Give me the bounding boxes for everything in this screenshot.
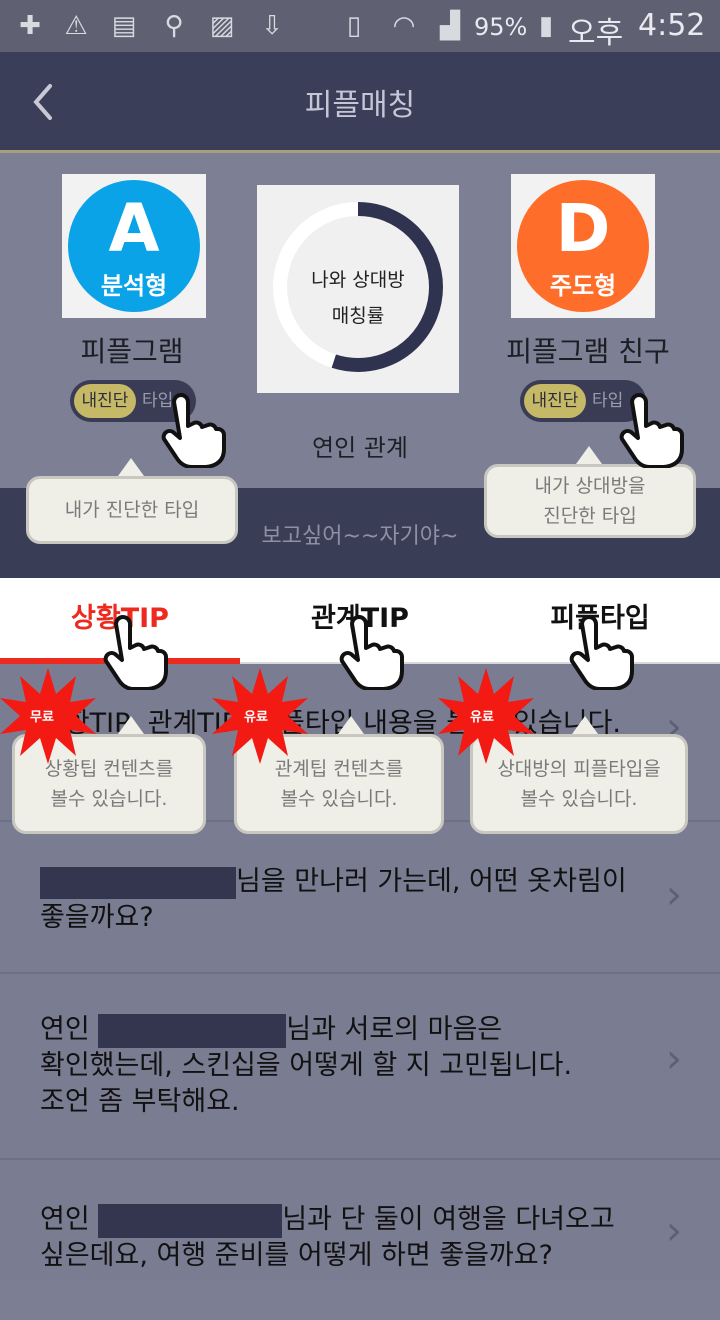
type-label: 주도형 — [549, 272, 617, 300]
type-letter: A — [108, 190, 160, 267]
list-item-text: 연인 님과 단 둘이 여행을 다녀오고 싶은데요, 여행 준비를 어떻게 하면 … — [40, 1202, 615, 1274]
tooltip-text-line2: 볼수 있습니다. — [50, 788, 168, 810]
tooltip-tail — [576, 446, 602, 464]
status-bar: ✚ ⚠ ▤ ⚲ ▨ ⇩ ▯ ◠ ▟ 95% ▮ 오후 4:52 — [0, 0, 720, 52]
pointing-hand-icon — [339, 615, 404, 690]
tooltip-text-line2: 진단한 타입 — [543, 505, 637, 527]
list-item-line3: 조언 좀 부탁해요. — [40, 1086, 240, 1117]
list-item-line1: 님과 단 둘이 여행을 다녀오고 — [282, 1204, 615, 1235]
clock-time: 4:52 — [638, 8, 706, 43]
chevron-right-icon: › — [666, 872, 682, 918]
tooltip-tail — [118, 458, 144, 476]
battery-charging-icon: ▮ — [538, 11, 554, 41]
tooltip-text-line1: 내가 상대방을 — [534, 475, 646, 497]
list-item[interactable]: 연인 님과 단 둘이 여행을 다녀오고 싶은데요, 여행 준비를 어떻게 하면 … — [0, 1160, 720, 1320]
type-letter: D — [555, 190, 611, 267]
pointing-hand-icon — [103, 615, 168, 690]
avatar-circle: D 주도형 — [517, 180, 649, 312]
tooltip-text: 내가 진단한 타입 — [64, 499, 200, 521]
list-item[interactable]: 연인 님과 서로의 마음은 확인했는데, 스킨십을 어떻게 할 지 고민됩니다.… — [0, 974, 720, 1160]
list-item-prefix: 연인 — [40, 1014, 90, 1045]
match-label-line1: 나와 상대방 — [311, 269, 405, 291]
toggle-my-diagnosis[interactable]: 내진단 — [74, 384, 136, 418]
tooltip-tail — [118, 716, 144, 734]
battery-percent: 95% — [474, 13, 528, 41]
match-label-line2: 매칭률 — [331, 305, 385, 327]
match-rate-widget: 나와 상대방 매칭률 — [257, 185, 459, 393]
chevron-right-icon: › — [666, 1208, 682, 1254]
list-item-line1: 님을 만나러 가는데, 어떤 옷차림이 — [236, 866, 627, 897]
tooltip-my-type: 내가 진단한 타입 — [26, 476, 238, 544]
list-item-prefix: 연인 — [40, 1204, 90, 1235]
tooltip-text-line2: 볼수 있습니다. — [280, 788, 398, 810]
pointing-hand-icon — [619, 393, 684, 468]
redacted-name — [98, 1013, 287, 1048]
clock-ampm: 오후 — [568, 16, 624, 51]
pointing-hand-icon — [569, 615, 634, 690]
wifi-lock-icon: ◠ — [392, 11, 416, 41]
list-item-line2: 확인했는데, 스킨십을 어떻게 할 지 고민됩니다. — [40, 1050, 573, 1081]
warning-icon: ⚠ — [64, 11, 88, 41]
pointing-hand-icon — [161, 393, 226, 468]
list-item-line2: 싶은데요, 여행 준비를 어떻게 하면 좋을까요? — [40, 1240, 553, 1271]
redacted-name — [98, 1203, 283, 1238]
list-item-line2: 좋을까요? — [40, 902, 154, 933]
paid-badge: 유료 — [244, 710, 268, 725]
list-item-text: 연인 님과 서로의 마음은 확인했는데, 스킨십을 어떻게 할 지 고민됩니다.… — [40, 1012, 572, 1120]
free-badge: 무료 — [30, 710, 54, 725]
chevron-right-icon: › — [666, 1036, 682, 1082]
list-item[interactable]: 님을 만나러 가는데, 어떤 옷차림이 좋을까요? › — [0, 822, 720, 974]
vibrate-icon: ▯ — [346, 11, 362, 41]
toggle-my-diagnosis[interactable]: 내진단 — [524, 384, 586, 418]
signal-icon: ▟ — [440, 11, 460, 41]
tooltip-text-line2: 볼수 있습니다. — [520, 788, 638, 810]
avatar-circle: A 분석형 — [68, 180, 200, 312]
chart-search-icon: ▤ — [111, 11, 137, 41]
paid-badge: 유료 — [470, 710, 494, 725]
tooltip-partner-type: 내가 상대방을 진단한 타입 — [484, 464, 696, 538]
type-label: 분석형 — [100, 272, 168, 300]
list-item-line1: 님과 서로의 마음은 — [286, 1014, 503, 1045]
image-icon: ▨ — [209, 11, 235, 41]
my-profile-name: 피플그램 — [80, 335, 184, 368]
page-title: 피플매칭 — [304, 88, 416, 123]
friend-type-avatar[interactable]: D 주도형 — [511, 174, 655, 318]
tooltip-tail — [338, 716, 364, 734]
tooltip-tail — [572, 716, 598, 734]
relationship-label: 연인 관계 — [312, 434, 408, 462]
usb-icon: ⚲ — [164, 11, 184, 41]
download-icon: ⇩ — [261, 11, 283, 41]
my-type-avatar[interactable]: A 분석형 — [62, 174, 206, 318]
list-item-text: 님을 만나러 가는데, 어떤 옷차림이 좋을까요? — [40, 864, 627, 936]
add-icon: ✚ — [19, 11, 41, 41]
friend-profile-name: 피플그램 친구 — [506, 335, 670, 368]
redacted-name — [40, 866, 236, 899]
